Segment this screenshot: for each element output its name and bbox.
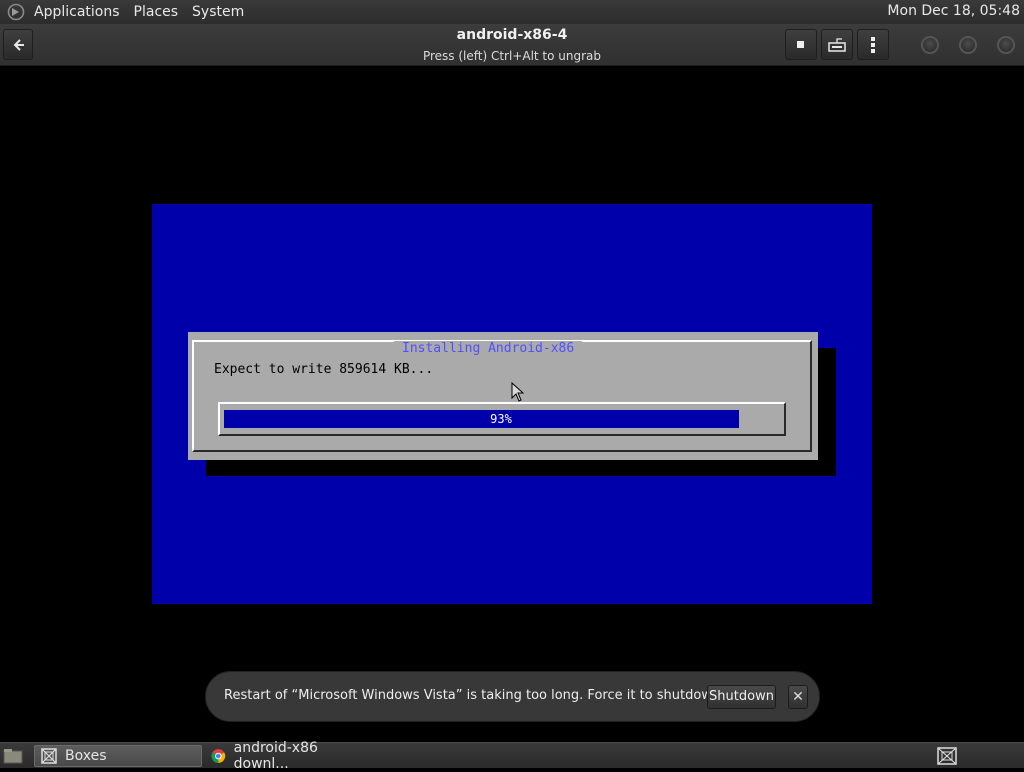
maximize-icon[interactable] [959,36,977,54]
notification-close-button[interactable]: ✕ [788,685,808,709]
clock[interactable]: Mon Dec 18, 05:48 [887,3,1020,19]
progress-track: 93% [224,410,778,428]
top-panel: Applications Places System Mon Dec 18, 0… [0,0,1024,24]
menu-places[interactable]: Places [132,4,187,20]
close-window-icon[interactable] [997,36,1015,54]
distro-logo-icon[interactable] [6,2,26,22]
mouse-pointer-icon [511,382,525,402]
chrome-icon [211,749,226,763]
installer-screen: Installing Android-x86 Expect to write 8… [152,204,872,604]
stop-button[interactable] [785,29,817,60]
shutdown-button[interactable]: Shutdown [707,685,776,709]
keyboard-icon [828,37,846,52]
menu-system[interactable]: System [190,4,252,20]
install-message: Expect to write 859614 KB... [214,362,434,377]
show-desktop-icon[interactable] [3,748,23,764]
menu-button[interactable] [857,29,889,60]
boxes-tray-icon[interactable] [937,747,957,765]
minimize-icon[interactable] [921,36,939,54]
taskbar-item-chrome[interactable]: android-x86 downl... [205,740,365,772]
bottom-panel: Boxes android-x86 downl... [0,740,1024,772]
progress-bar: 93% [218,402,786,436]
install-dialog: Installing Android-x86 Expect to write 8… [188,332,818,460]
kebab-menu-icon [871,36,875,53]
taskbar-item-label: android-x86 downl... [233,740,318,772]
taskbar-item-label: Boxes [65,748,107,764]
progress-percent: 93% [490,412,512,426]
menu-applications[interactable]: Applications [32,4,128,20]
boxes-icon [41,748,57,764]
taskbar-item-boxes[interactable]: Boxes [34,745,202,767]
boxes-header-bar: android-x86-4 Press (left) Ctrl+Alt to u… [0,24,1024,66]
keyboard-button[interactable] [821,29,853,60]
stop-icon [797,40,804,48]
notification-message: Restart of “Microsoft Windows Vista” is … [224,688,728,703]
shutdown-notification: Restart of “Microsoft Windows Vista” is … [205,671,820,722]
dialog-title: Installing Android-x86 [394,341,583,357]
vm-display[interactable]: Installing Android-x86 Expect to write 8… [0,67,1024,742]
